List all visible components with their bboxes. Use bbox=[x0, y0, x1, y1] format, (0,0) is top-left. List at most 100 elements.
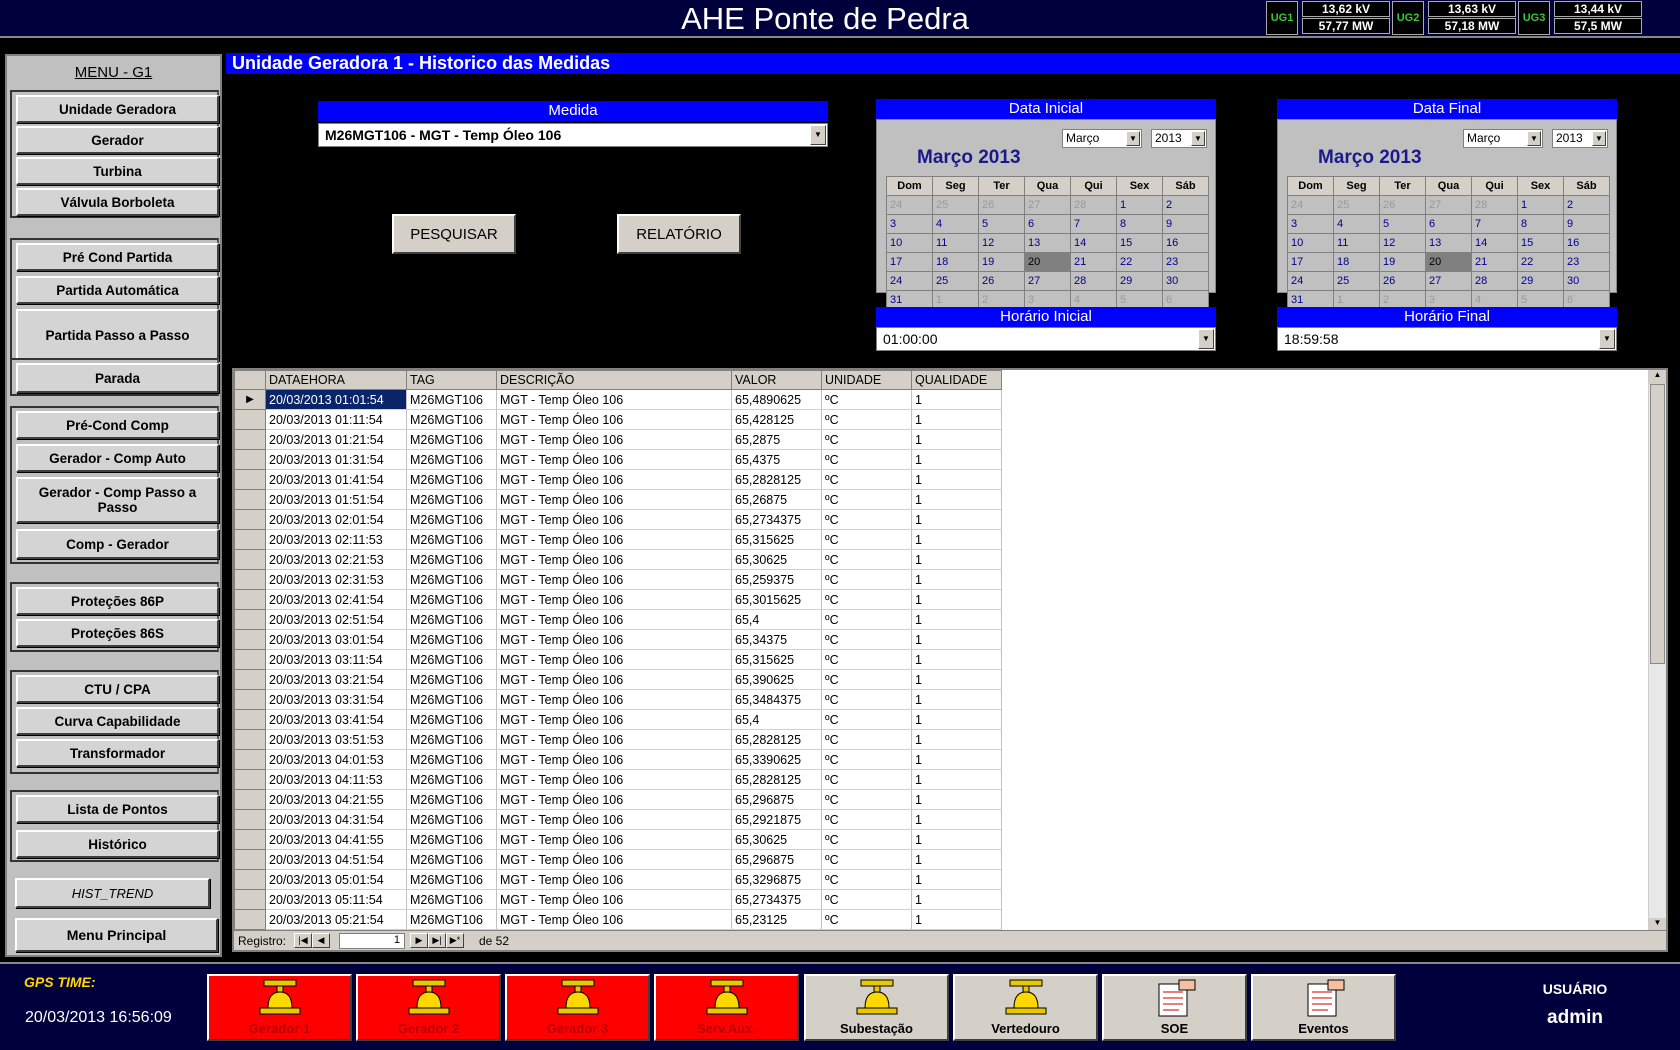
table-row[interactable]: 20/03/2013 04:31:54 M26MGT106 MGT - Temp Ó… bbox=[234, 809, 1002, 830]
table-row[interactable]: 20/03/2013 01:11:54 M26MGT106 MGT - Temp Ó… bbox=[234, 409, 1002, 430]
scroll-up-icon[interactable]: ▲ bbox=[1649, 370, 1666, 384]
menu-partida-passo-button[interactable]: Partida Passo a Passo bbox=[16, 309, 219, 361]
month-select[interactable]: Março ▼ bbox=[1463, 129, 1543, 148]
calendar-day[interactable]: 2 bbox=[1162, 195, 1209, 215]
col-qualidade[interactable]: QUALIDADE bbox=[911, 370, 1002, 390]
calendar-day[interactable]: 10 bbox=[886, 233, 933, 253]
calendar-day[interactable]: 27 bbox=[1425, 195, 1472, 215]
calendar-day[interactable]: 19 bbox=[978, 252, 1025, 272]
row-selector[interactable] bbox=[234, 829, 266, 850]
row-selector[interactable] bbox=[234, 589, 266, 610]
calendar-day[interactable]: 23 bbox=[1563, 252, 1610, 272]
footer-subesta-o-button[interactable]: Subestação bbox=[804, 974, 949, 1041]
menu-pre-cond-comp-button[interactable]: Pré-Cond Comp bbox=[16, 411, 219, 439]
chevron-down-icon[interactable]: ▼ bbox=[1592, 131, 1606, 146]
calendar-day[interactable]: 6 bbox=[1425, 214, 1472, 234]
calendar-day[interactable]: 21 bbox=[1471, 252, 1518, 272]
menu-transformador-button[interactable]: Transformador bbox=[16, 739, 219, 767]
chevron-down-icon[interactable]: ▼ bbox=[1126, 131, 1140, 146]
calendar-day[interactable]: 6 bbox=[1024, 214, 1071, 234]
table-row[interactable]: 20/03/2013 01:21:54 M26MGT106 MGT - Temp Ó… bbox=[234, 429, 1002, 450]
row-selector[interactable] bbox=[234, 549, 266, 570]
row-selector[interactable] bbox=[234, 469, 266, 490]
calendar-day[interactable]: 19 bbox=[1379, 252, 1426, 272]
row-selector[interactable] bbox=[234, 689, 266, 710]
col-unidade[interactable]: UNIDADE bbox=[821, 370, 912, 390]
calendar-day[interactable]: 17 bbox=[1287, 252, 1334, 272]
calendar-day[interactable]: 5 bbox=[1379, 214, 1426, 234]
calendar-day[interactable]: 30 bbox=[1563, 271, 1610, 291]
calendar-day[interactable]: 2 bbox=[1563, 195, 1610, 215]
col-descricao[interactable]: DESCRIÇÃO bbox=[496, 370, 732, 390]
calendar-day[interactable]: 25 bbox=[932, 271, 979, 291]
calendar-day[interactable]: 29 bbox=[1517, 271, 1564, 291]
table-row[interactable]: 20/03/2013 02:31:53 M26MGT106 MGT - Temp Ó… bbox=[234, 569, 1002, 590]
table-row[interactable]: 20/03/2013 04:41:55 M26MGT106 MGT - Temp Ó… bbox=[234, 829, 1002, 850]
calendar-day[interactable]: 8 bbox=[1517, 214, 1564, 234]
chevron-down-icon[interactable]: ▼ bbox=[1599, 329, 1615, 349]
footer-serv-aux-button[interactable]: Serv.Aux. bbox=[654, 974, 799, 1041]
row-selector[interactable] bbox=[234, 629, 266, 650]
next-record-icon[interactable]: ▶ bbox=[410, 933, 428, 948]
table-row[interactable]: 20/03/2013 02:21:53 M26MGT106 MGT - Temp Ó… bbox=[234, 549, 1002, 570]
row-selector[interactable] bbox=[234, 649, 266, 670]
calendar-day[interactable]: 20 bbox=[1425, 252, 1472, 272]
calendar-day[interactable]: 26 bbox=[978, 195, 1025, 215]
table-row[interactable]: 20/03/2013 01:41:54 M26MGT106 MGT - Temp Ó… bbox=[234, 469, 1002, 490]
menu-comp-gerador-button[interactable]: Comp - Gerador bbox=[16, 529, 219, 559]
scroll-thumb[interactable] bbox=[1650, 384, 1665, 664]
table-row[interactable]: 20/03/2013 04:01:53 M26MGT106 MGT - Temp Ó… bbox=[234, 749, 1002, 770]
menu-hist-trend-button[interactable]: HIST_TREND bbox=[15, 878, 210, 908]
calendar-day[interactable]: 27 bbox=[1024, 195, 1071, 215]
footer-soe-button[interactable]: SOE bbox=[1102, 974, 1247, 1041]
calendar-day[interactable]: 18 bbox=[932, 252, 979, 272]
row-selector[interactable] bbox=[234, 709, 266, 730]
row-selector[interactable] bbox=[234, 769, 266, 790]
year-select[interactable]: 2013 ▼ bbox=[1552, 129, 1608, 148]
menu-lista-pontos-button[interactable]: Lista de Pontos bbox=[16, 795, 219, 823]
menu-historico-button[interactable]: Histórico bbox=[16, 830, 219, 858]
calendar-day[interactable]: 10 bbox=[1287, 233, 1334, 253]
calendar-day[interactable]: 1 bbox=[1517, 195, 1564, 215]
menu-partida-automatica-button[interactable]: Partida Automática bbox=[16, 276, 219, 304]
calendar-day[interactable]: 23 bbox=[1162, 252, 1209, 272]
calendar-day[interactable]: 25 bbox=[932, 195, 979, 215]
table-row[interactable]: 20/03/2013 03:21:54 M26MGT106 MGT - Temp Ó… bbox=[234, 669, 1002, 690]
month-select[interactable]: Março ▼ bbox=[1062, 129, 1142, 148]
relatorio-button[interactable]: RELATÓRIO bbox=[617, 214, 741, 254]
calendar-day[interactable]: 14 bbox=[1070, 233, 1117, 253]
calendar-day[interactable]: 16 bbox=[1563, 233, 1610, 253]
col-tag[interactable]: TAG bbox=[406, 370, 497, 390]
row-selector[interactable] bbox=[234, 869, 266, 890]
chevron-down-icon[interactable]: ▼ bbox=[810, 125, 826, 145]
current-row-indicator-icon[interactable]: ▶ bbox=[234, 389, 266, 410]
chevron-down-icon[interactable]: ▼ bbox=[1198, 329, 1214, 349]
menu-gerador-comp-passo-button[interactable]: Gerador - Comp Passo a Passo bbox=[16, 477, 219, 523]
pesquisar-button[interactable]: PESQUISAR bbox=[392, 214, 516, 254]
calendar-day[interactable]: 24 bbox=[886, 271, 933, 291]
table-row[interactable]: 20/03/2013 04:51:54 M26MGT106 MGT - Temp Ó… bbox=[234, 849, 1002, 870]
menu-protecoes-86p-button[interactable]: Proteções 86P bbox=[16, 587, 219, 615]
table-row[interactable]: 20/03/2013 02:01:54 M26MGT106 MGT - Temp Ó… bbox=[234, 509, 1002, 530]
menu-pre-cond-partida-button[interactable]: Pré Cond Partida bbox=[16, 243, 219, 271]
row-selector[interactable] bbox=[234, 509, 266, 530]
calendar-day[interactable]: 24 bbox=[1287, 271, 1334, 291]
calendar-day[interactable]: 26 bbox=[978, 271, 1025, 291]
calendar-day[interactable]: 22 bbox=[1116, 252, 1163, 272]
menu-unidade-geradora-button[interactable]: Unidade Geradora bbox=[16, 95, 219, 123]
calendar-day[interactable]: 27 bbox=[1024, 271, 1071, 291]
calendar-day[interactable]: 25 bbox=[1333, 195, 1380, 215]
calendar-day[interactable]: 29 bbox=[1116, 271, 1163, 291]
calendar-day[interactable]: 13 bbox=[1425, 233, 1472, 253]
row-selector[interactable] bbox=[234, 429, 266, 450]
calendar-day[interactable]: 24 bbox=[1287, 195, 1334, 215]
menu-parada-button[interactable]: Parada bbox=[16, 363, 219, 393]
row-selector[interactable] bbox=[234, 489, 266, 510]
record-number-input[interactable]: 1 bbox=[339, 933, 405, 949]
table-row[interactable]: 20/03/2013 04:21:55 M26MGT106 MGT - Temp Ó… bbox=[234, 789, 1002, 810]
calendar-day[interactable]: 26 bbox=[1379, 271, 1426, 291]
chevron-down-icon[interactable]: ▼ bbox=[1527, 131, 1541, 146]
menu-gerador-comp-auto-button[interactable]: Gerador - Comp Auto bbox=[16, 444, 219, 472]
calendar-day[interactable]: 15 bbox=[1116, 233, 1163, 253]
calendar-day[interactable]: 11 bbox=[1333, 233, 1380, 253]
